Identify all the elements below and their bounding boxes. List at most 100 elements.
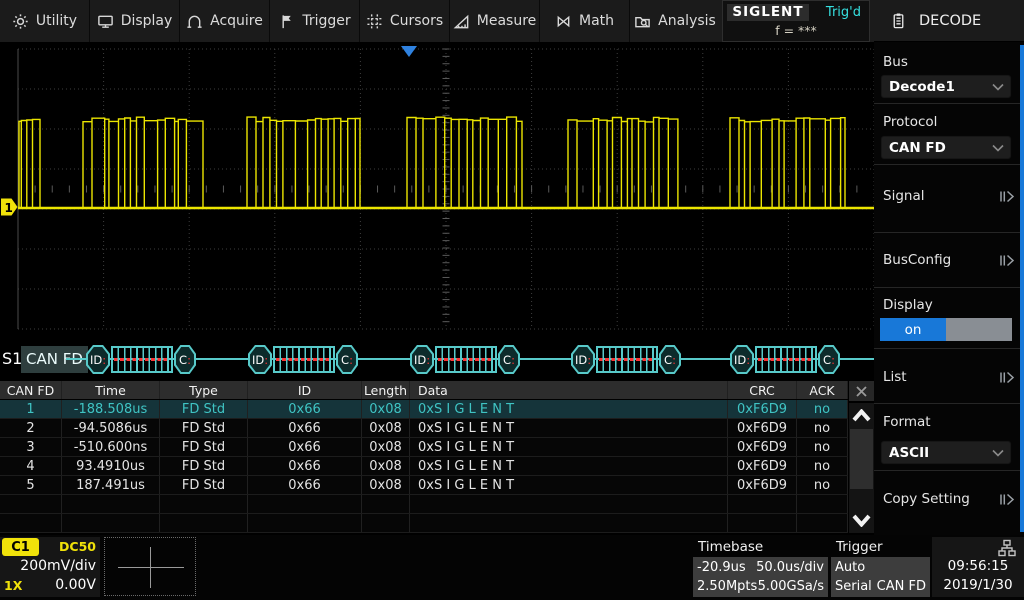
protocol-label: Protocol: [883, 114, 937, 130]
table-cell: 0xS I G L E N T: [410, 419, 728, 437]
table-cell: no: [797, 400, 848, 418]
table-scrollbar: [849, 403, 874, 533]
table-cell: 0x08: [362, 438, 410, 456]
decode-crc-badge: C:: [498, 345, 520, 374]
table-cell: [797, 514, 848, 532]
trigger-title: Trigger: [831, 537, 930, 557]
table-cell: 0xF6D9: [728, 419, 797, 437]
logo-status-block: SIGLENT Trig'd f = ***: [722, 0, 870, 42]
gear-icon: [12, 13, 29, 30]
cursors-icon: [366, 13, 383, 30]
table-cell: [248, 514, 362, 532]
table-cell: [160, 495, 248, 513]
add-channel-placeholder[interactable]: [104, 537, 196, 596]
table-cell: no: [797, 438, 848, 456]
table-cell: FD Std: [160, 457, 248, 475]
menu-label: Cursors: [390, 13, 443, 29]
list-menu-row[interactable]: List: [874, 369, 1024, 385]
ch1-trace: [18, 117, 874, 208]
menu-item-utility[interactable]: Utility: [0, 0, 90, 42]
table-cell: 0xS I G L E N T: [410, 457, 728, 475]
menu-item-acquire[interactable]: Acquire: [180, 0, 270, 42]
format-select[interactable]: ASCII: [880, 440, 1012, 465]
format-label: Format: [883, 414, 931, 430]
menu-item-trigger[interactable]: Trigger: [270, 0, 360, 42]
table-cell: -188.508us: [62, 400, 160, 418]
clock-block: 09:56:15 2019/1/30: [932, 537, 1024, 597]
decode-panel-title: DECODE: [919, 13, 981, 29]
close-icon: [855, 385, 868, 398]
timebase-block[interactable]: Timebase -20.9us50.0us/div 2.50Mpts5.00G…: [693, 537, 828, 597]
col-header-7: ACK: [797, 381, 848, 399]
menu-item-math[interactable]: Math: [540, 0, 630, 42]
display-label: Display: [883, 297, 933, 313]
siglent-logo: SIGLENT: [727, 4, 809, 21]
table-row[interactable]: 3-510.600nsFD Std0x660x080xS I G L E N T…: [0, 438, 848, 457]
bus-select[interactable]: Decode1: [880, 74, 1012, 99]
table-header-row: CAN FDTimeTypeIDLengthDataCRCACK: [0, 381, 848, 400]
format-select-value: ASCII: [889, 445, 929, 461]
table-row[interactable]: 493.4910usFD Std0x660x080xS I G L E N T0…: [0, 457, 848, 476]
table-cell: [410, 514, 728, 532]
frequency-readout: f = ***: [723, 23, 869, 38]
decode-data-segment: [755, 346, 817, 373]
menu-label: Acquire: [210, 13, 263, 29]
menu-item-measure[interactable]: Measure: [450, 0, 540, 42]
decode-data-segment: [596, 346, 658, 373]
busconfig-menu-row[interactable]: BusConfig: [874, 252, 1024, 268]
table-row[interactable]: 5187.491usFD Std0x660x080xS I G L E N T0…: [0, 476, 848, 495]
display-toggle[interactable]: on: [880, 318, 1012, 341]
menu-item-display[interactable]: Display: [90, 0, 180, 42]
channel1-status-block[interactable]: C1 DC50 200mV/div 1X 0.00V: [0, 537, 100, 597]
clock-date: 2019/1/30: [932, 577, 1024, 593]
table-empty-row: [0, 495, 848, 514]
table-cell: FD Std: [160, 400, 248, 418]
decode-data-segment: [111, 346, 173, 373]
col-header-2: Type: [160, 381, 248, 399]
channel1-marker-label: 1: [5, 201, 13, 215]
sidebar-scrollbar[interactable]: [1020, 45, 1024, 532]
protocol-select-value: CAN FD: [889, 140, 946, 156]
acquire-icon: [186, 13, 203, 30]
table-cell: 0xS I G L E N T: [410, 476, 728, 494]
col-header-4: Length: [362, 381, 410, 399]
menu-label: Measure: [477, 13, 537, 29]
trigger-block[interactable]: Trigger Auto SerialCAN FD: [831, 537, 930, 597]
table-cell: 0xF6D9: [728, 457, 797, 475]
table-cell: 0xF6D9: [728, 400, 797, 418]
table-cell: 0xF6D9: [728, 476, 797, 494]
scroll-up-button[interactable]: [849, 402, 874, 428]
table-cell: [248, 495, 362, 513]
copy-setting-menu-row[interactable]: Copy Setting: [874, 491, 1024, 507]
table-cell: 1: [0, 400, 62, 418]
trigger-position-marker[interactable]: [401, 46, 417, 57]
table-cell: [0, 495, 62, 513]
table-row[interactable]: 2-94.5086usFD Std0x660x080xS I G L E N T…: [0, 419, 848, 438]
busconfig-label: BusConfig: [883, 252, 951, 268]
expand-arrow-icon: [999, 190, 1015, 203]
timebase-sample-rate: 5.00GSa/s: [758, 578, 824, 595]
table-cell: 0x66: [248, 457, 362, 475]
table-cell: 0x08: [362, 457, 410, 475]
trigger-type: Serial: [835, 578, 872, 595]
decode-crc-badge: C:: [659, 345, 681, 374]
decode-crc-badge: C:: [336, 345, 358, 374]
col-header-5: Data: [410, 381, 728, 399]
table-cell: [728, 495, 797, 513]
table-close-button[interactable]: [849, 381, 874, 401]
decode-id-badge: ID:: [248, 345, 272, 374]
table-cell: no: [797, 419, 848, 437]
scroll-down-button[interactable]: [849, 507, 874, 533]
table-empty-row: [0, 514, 848, 533]
table-cell: FD Std: [160, 438, 248, 456]
table-cell: [410, 495, 728, 513]
scroll-thumb[interactable]: [850, 429, 873, 489]
menu-item-analysis[interactable]: Analysis: [630, 0, 720, 42]
protocol-select[interactable]: CAN FD: [880, 135, 1012, 160]
signal-menu-row[interactable]: Signal: [874, 188, 1024, 204]
menu-item-cursors[interactable]: Cursors: [360, 0, 450, 42]
table-row[interactable]: 1-188.508usFD Std0x660x080xS I G L E N T…: [0, 400, 848, 419]
crosshair-icon: [150, 547, 151, 588]
table-cell: 0x08: [362, 419, 410, 437]
decode-id-badge: ID:: [571, 345, 595, 374]
